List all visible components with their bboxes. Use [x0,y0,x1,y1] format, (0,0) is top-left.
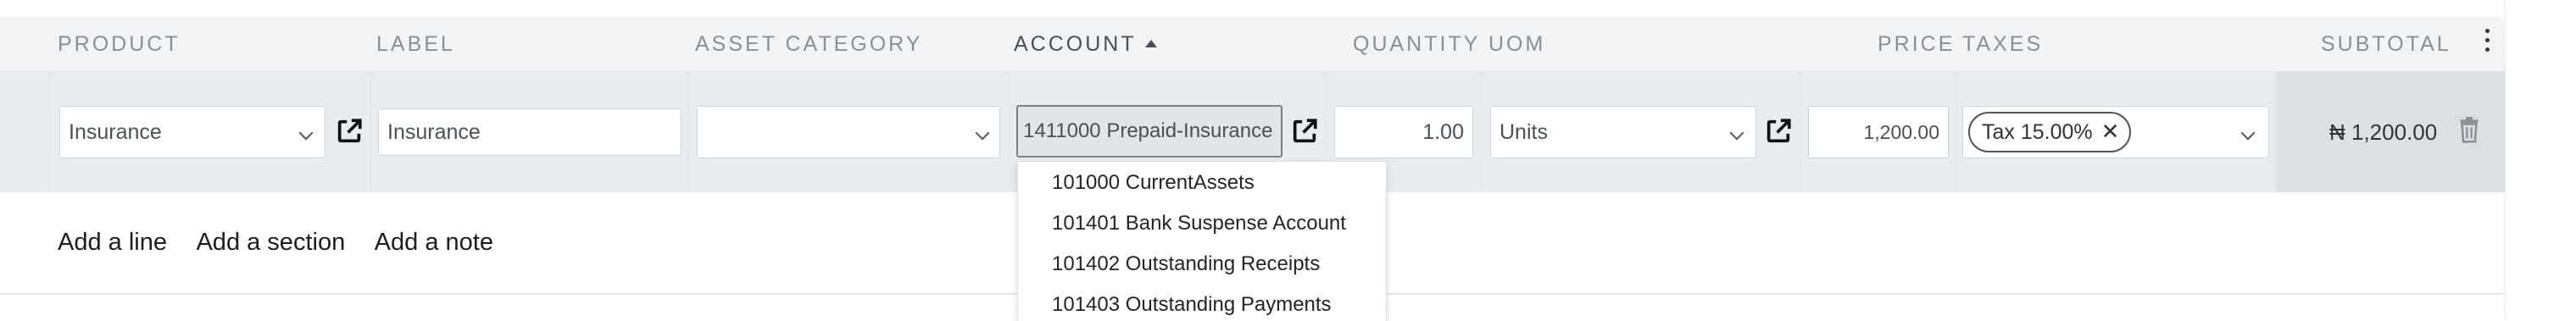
add-note-link[interactable]: Add a note [375,229,493,256]
uom-value: Units [1499,120,1548,144]
cell-divider [1956,72,1957,192]
top-band [0,0,2505,17]
price-input[interactable]: 1,200.00 [1808,106,1949,158]
price-value: 1,200.00 [1863,121,1939,143]
add-section-link[interactable]: Add a section [196,229,345,256]
tax-tag-label: Tax 15.00% [1982,120,2093,144]
table-header: Product Label Asset Category Account Qua… [0,17,2505,72]
account-select[interactable]: 1411000 Prepaid-Insurance [1016,105,1282,158]
product-value: Insurance [69,120,162,144]
kebab-icon[interactable] [2484,29,2490,56]
line-subtotal: ₦ 1,200.00 [2329,119,2438,145]
chevron-down-icon [975,125,990,141]
column-header-asset-category[interactable]: Asset Category [695,17,922,71]
column-header-taxes[interactable]: Taxes [1962,17,2043,71]
close-icon[interactable]: ✕ [2101,113,2120,149]
asset-category-select[interactable] [697,106,1000,158]
dropdown-option[interactable]: 101402 Outstanding Receipts [1052,252,1320,276]
account-value: 1411000 Prepaid-Insurance [1023,119,1273,142]
chevron-down-icon [1729,125,1744,141]
caret-up-icon [1144,40,1157,47]
label-value: Insurance [387,120,481,144]
quantity-value: 1.00 [1422,120,1464,144]
column-header-label[interactable]: Label [376,17,455,71]
cell-divider [688,72,689,192]
cell-divider [1009,72,1010,192]
label-input[interactable]: Insurance [378,108,682,156]
column-header-subtotal[interactable]: Subtotal [2321,17,2451,71]
dropdown-option[interactable]: 101000 CurrentAssets [1052,171,1255,195]
cell-divider [370,72,371,192]
tax-tag: Tax 15.00% ✕ [1968,112,2132,152]
column-header-quantity[interactable]: Quantity [1353,17,1480,71]
column-header-price[interactable]: Price [1878,17,1955,71]
column-header-account-label: Account [1014,32,1137,56]
cell-divider [1800,72,1801,192]
uom-select[interactable]: Units [1490,106,1756,158]
external-link-icon[interactable] [1290,117,1319,146]
column-header-product[interactable]: Product [58,17,181,71]
external-link-icon[interactable] [1764,117,1793,146]
quantity-input[interactable]: 1.00 [1334,106,1473,158]
product-select[interactable]: Insurance [59,106,325,158]
cell-divider [1481,72,1482,192]
account-dropdown: 101000 CurrentAssets 101401 Bank Suspens… [1017,161,1387,321]
trash-icon[interactable] [2458,116,2480,143]
external-link-icon[interactable] [335,117,364,146]
dropdown-option[interactable]: 101401 Bank Suspense Account [1052,212,1346,235]
add-line-link[interactable]: Add a line [58,229,167,256]
cell-divider [49,72,50,192]
column-header-uom[interactable]: UoM [1488,17,1545,71]
column-header-account[interactable]: Account [1014,17,1157,71]
chevron-down-icon [2240,125,2256,141]
line-actions: Add a line Add a section Add a note [58,229,517,257]
right-gutter [2505,0,2576,320]
dropdown-option[interactable]: 101403 Outstanding Payments [1052,293,1332,317]
chevron-down-icon [298,125,314,141]
